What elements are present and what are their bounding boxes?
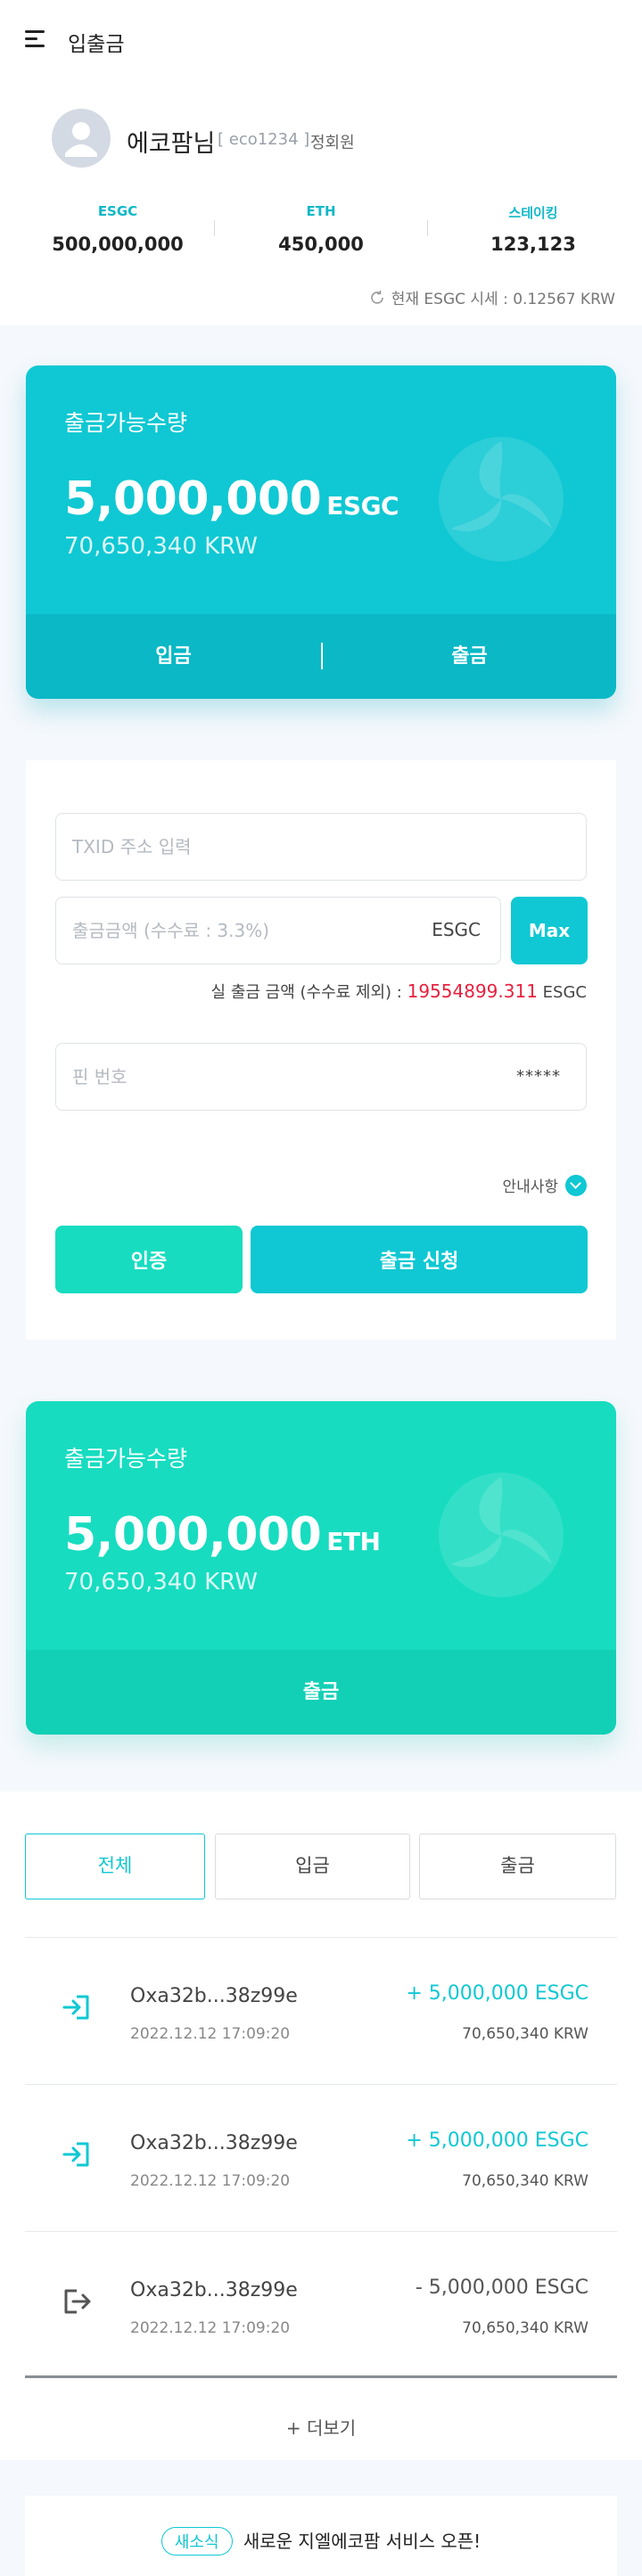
card-amount-unit: ETH bbox=[326, 1527, 381, 1556]
card-amount: 5,000,000 ESGC bbox=[64, 472, 399, 526]
withdraw-form: ESGC Max 실 출금 금액 (수수료 제외) : 19554899.311… bbox=[26, 760, 616, 1340]
withdraw-button[interactable]: 출금 bbox=[323, 614, 616, 699]
max-button[interactable]: Max bbox=[511, 897, 588, 964]
tab-deposit[interactable]: 입금 bbox=[215, 1834, 410, 1899]
login-arrow-icon bbox=[62, 2142, 89, 2167]
price-rate-text: 현재 ESGC 시세 : 0.12567 KRW bbox=[391, 291, 615, 308]
stat-divider bbox=[214, 220, 215, 236]
actual-withdraw-amount: 실 출금 금액 (수수료 제외) : 19554899.311 ESGC bbox=[211, 980, 587, 1003]
txid-field bbox=[55, 813, 587, 881]
eth-balance-card: 출금가능수량 5,000,000 ETH 70,650,340 KRW 출금 bbox=[26, 1401, 616, 1735]
user-grade: 정회원 bbox=[310, 134, 355, 152]
refresh-icon[interactable] bbox=[368, 289, 386, 307]
esgc-balance-card: 출금가능수량 5,000,000 ESGC 70,650,340 KRW 입금 출… bbox=[26, 365, 616, 699]
auth-button[interactable]: 인증 bbox=[55, 1226, 243, 1293]
tx-date: 2022.12.12 17:09:20 bbox=[130, 2319, 291, 2337]
card-amount: 5,000,000 ETH bbox=[64, 1508, 381, 1562]
chevron-down-icon bbox=[565, 1174, 587, 1196]
amount-unit: ESGC bbox=[432, 919, 481, 940]
load-more-button[interactable]: + 더보기 bbox=[0, 2414, 642, 2440]
amount-input[interactable] bbox=[72, 898, 393, 964]
leaf-logo-icon bbox=[439, 437, 564, 562]
tx-address: Oxa32b...38z99e bbox=[130, 2279, 298, 2301]
tx-amount: + 5,000,000 ESGC bbox=[406, 1982, 588, 2005]
stat-esgc: ESGC 500,000,000 bbox=[11, 203, 225, 255]
card-footer: 출금 bbox=[26, 1650, 616, 1735]
tab-all[interactable]: 전체 bbox=[25, 1834, 205, 1899]
card-amount-unit: ESGC bbox=[326, 491, 399, 521]
logout-arrow-icon bbox=[64, 2289, 91, 2314]
stat-label: ETH bbox=[306, 203, 336, 219]
tx-krw: 70,650,340 KRW bbox=[462, 2025, 588, 2043]
pin-field: ***** bbox=[55, 1043, 587, 1111]
tx-krw: 70,650,340 KRW bbox=[462, 2172, 588, 2190]
user-silhouette-icon bbox=[65, 122, 97, 157]
tx-date: 2022.12.12 17:09:20 bbox=[130, 2172, 291, 2190]
balance-stats: ESGC 500,000,000 ETH 450,000 스테이킹 123,12… bbox=[0, 203, 642, 266]
tx-date: 2022.12.12 17:09:20 bbox=[130, 2025, 291, 2043]
card-title: 출금가능수량 bbox=[64, 1446, 188, 1472]
news-banner[interactable]: 새소식 새로운 지엘에코팜 서비스 오픈! bbox=[25, 2496, 617, 2576]
card-krw-value: 70,650,340 KRW bbox=[64, 1569, 258, 1596]
stat-value: 123,123 bbox=[490, 234, 576, 255]
news-text: 새로운 지엘에코팜 서비스 오픈! bbox=[243, 2531, 482, 2552]
stat-value: 450,000 bbox=[278, 234, 364, 255]
eth-withdraw-button[interactable]: 출금 bbox=[26, 1650, 616, 1735]
card-amount-value: 5,000,000 bbox=[64, 1508, 322, 1562]
notice-toggle[interactable]: 안내사항 bbox=[502, 1174, 587, 1196]
actual-value: 19554899.311 bbox=[407, 980, 538, 1002]
tab-withdraw[interactable]: 출금 bbox=[419, 1834, 616, 1899]
card-footer: 입금 출금 bbox=[26, 614, 616, 699]
stat-label: ESGC bbox=[97, 203, 138, 219]
transaction-history: 전체 입금 출금 Oxa32b...38z99e 2022.12.12 17:0… bbox=[0, 1792, 642, 2576]
list-item[interactable]: Oxa32b...38z99e 2022.12.12 17:09:20 - 5,… bbox=[25, 2232, 617, 2379]
actual-label: 실 출금 금액 (수수료 제외) : bbox=[210, 983, 402, 1002]
login-arrow-icon bbox=[62, 1995, 89, 2020]
avatar bbox=[52, 109, 111, 168]
card-krw-value: 70,650,340 KRW bbox=[64, 533, 258, 560]
news-badge: 새소식 bbox=[160, 2527, 233, 2555]
tx-amount: - 5,000,000 ESGC bbox=[415, 2277, 588, 2299]
leaf-logo-icon bbox=[439, 1473, 564, 1597]
stat-value: 500,000,000 bbox=[52, 234, 184, 255]
user-id: [ eco1234 ] bbox=[218, 130, 310, 149]
tx-address: Oxa32b...38z99e bbox=[130, 1985, 298, 2007]
top-bar: 입출금 bbox=[0, 0, 642, 80]
price-rate: 현재 ESGC 시세 : 0.12567 KRW bbox=[368, 286, 615, 308]
hamburger-menu-icon[interactable] bbox=[25, 30, 45, 48]
list-divider bbox=[25, 2375, 617, 2378]
pin-input[interactable] bbox=[72, 1044, 447, 1110]
tx-krw: 70,650,340 KRW bbox=[462, 2319, 588, 2337]
card-amount-value: 5,000,000 bbox=[64, 472, 322, 526]
list-item[interactable]: Oxa32b...38z99e 2022.12.12 17:09:20 + 5,… bbox=[25, 1938, 617, 2085]
txid-input[interactable] bbox=[72, 814, 447, 880]
stat-eth: ETH 450,000 bbox=[214, 203, 428, 255]
tx-address: Oxa32b...38z99e bbox=[130, 2132, 298, 2154]
withdraw-apply-button[interactable]: 출금 신청 bbox=[251, 1226, 588, 1293]
stat-staking: 스테이킹 123,123 bbox=[426, 203, 640, 255]
pin-mask: ***** bbox=[516, 1067, 561, 1086]
account-header: 입출금 에코팜님 [ eco1234 ] 정회원 ESGC 500,000,00… bbox=[0, 0, 642, 325]
stat-divider bbox=[427, 220, 428, 236]
stat-label: 스테이킹 bbox=[508, 205, 558, 221]
news-content: 새소식 새로운 지엘에코팜 서비스 오픈! bbox=[25, 2527, 617, 2555]
list-item[interactable]: Oxa32b...38z99e 2022.12.12 17:09:20 + 5,… bbox=[25, 2085, 617, 2232]
notice-label: 안내사항 bbox=[502, 1178, 558, 1196]
user-profile: 에코팜님 [ eco1234 ] 정회원 bbox=[52, 109, 587, 169]
deposit-button[interactable]: 입금 bbox=[26, 614, 321, 699]
user-name: 에코팜님 bbox=[127, 130, 216, 158]
amount-field: ESGC bbox=[55, 897, 501, 964]
card-title: 출금가능수량 bbox=[64, 410, 188, 436]
actual-unit: ESGC bbox=[542, 983, 587, 1002]
tx-amount: + 5,000,000 ESGC bbox=[406, 2129, 588, 2152]
page-title: 입출금 bbox=[68, 33, 125, 56]
